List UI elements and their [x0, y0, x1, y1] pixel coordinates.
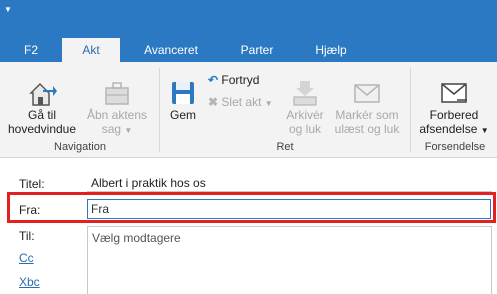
save-label: Gem [169, 108, 196, 122]
recipients-field[interactable]: Vælg modtagere [87, 226, 492, 294]
envelope-send-icon [441, 83, 467, 103]
delete-dropdown-icon: ▼ [264, 99, 273, 108]
group-label-navigation: Navigation [54, 141, 106, 153]
undo-button[interactable]: ↶ Fortryd [208, 72, 259, 88]
delete-icon: ✖ [208, 95, 219, 109]
goto-main-window-button[interactable]: Gå til hovedvindue [2, 78, 82, 136]
delete-label: Slet akt [221, 95, 262, 109]
recipients-placeholder: Vælg modtagere [92, 231, 181, 245]
delete-act-button[interactable]: ✖ Slet akt ▼ [208, 94, 273, 112]
undo-label: Fortryd [221, 73, 260, 87]
prepare-label-line1: Forbered [429, 108, 479, 122]
ribbon-tab-bar: F2 Akt Avanceret Parter Hjælp [0, 38, 497, 62]
goto-label-line1: Gå til [27, 108, 56, 122]
to-field-label: Til: [19, 229, 35, 243]
open-label-line1: Åbn aktens [86, 108, 148, 122]
group-divider [159, 68, 160, 152]
prepare-label-line2: afsendelse [419, 122, 478, 136]
open-label-line2: sag [101, 122, 122, 136]
archive-label-line2: og luk [288, 122, 322, 136]
save-button[interactable]: Gem [163, 78, 203, 122]
undo-icon: ↶ [208, 73, 219, 87]
ribbon: Gå til hovedvindue Åbn aktens sag ▼ Navi… [0, 62, 497, 158]
title-field[interactable]: Albert i praktik hos os [87, 174, 492, 192]
mark-label-line1: Markér som [335, 108, 399, 122]
from-field-label: Fra: [19, 203, 41, 217]
mark-unread-close-button[interactable]: Markér som ulæst og luk [331, 78, 403, 136]
cc-link[interactable]: Cc [19, 251, 34, 265]
archive-close-button[interactable]: Arkivér og luk [282, 78, 328, 136]
archive-label-line1: Arkivér [286, 108, 324, 122]
tab-akt[interactable]: Akt [62, 38, 120, 62]
quick-access-dropdown-icon[interactable]: ▼ [4, 6, 14, 14]
envelope-icon [354, 84, 380, 103]
floppy-disk-icon [172, 82, 194, 104]
goto-label-line2: hovedvindue [7, 122, 77, 136]
tab-f2[interactable]: F2 [14, 38, 48, 62]
group-label-ret: Ret [276, 141, 294, 153]
prepare-send-button[interactable]: Forbered afsendelse ▼ [414, 78, 494, 138]
archive-box-icon [293, 81, 317, 106]
prepare-send-dropdown-icon: ▼ [480, 126, 489, 135]
title-bar: ▼ [0, 0, 497, 38]
mark-label-line2: ulæst og luk [334, 122, 400, 136]
bcc-link[interactable]: Xbc [19, 275, 40, 289]
from-field[interactable] [87, 199, 491, 219]
title-field-label: Titel: [19, 177, 45, 191]
briefcase-icon [105, 82, 129, 105]
group-label-forsendelse: Forsendelse [424, 141, 486, 153]
home-arrow-icon [29, 82, 57, 106]
open-case-dropdown-icon: ▼ [124, 126, 133, 135]
group-divider [410, 68, 411, 152]
tab-hjaelp[interactable]: Hjælp [306, 38, 356, 62]
message-form: Titel: Albert i praktik hos os Fra: Til:… [0, 159, 497, 294]
open-case-button[interactable]: Åbn aktens sag ▼ [84, 78, 150, 138]
tab-avanceret[interactable]: Avanceret [136, 38, 206, 62]
tab-parter[interactable]: Parter [234, 38, 280, 62]
